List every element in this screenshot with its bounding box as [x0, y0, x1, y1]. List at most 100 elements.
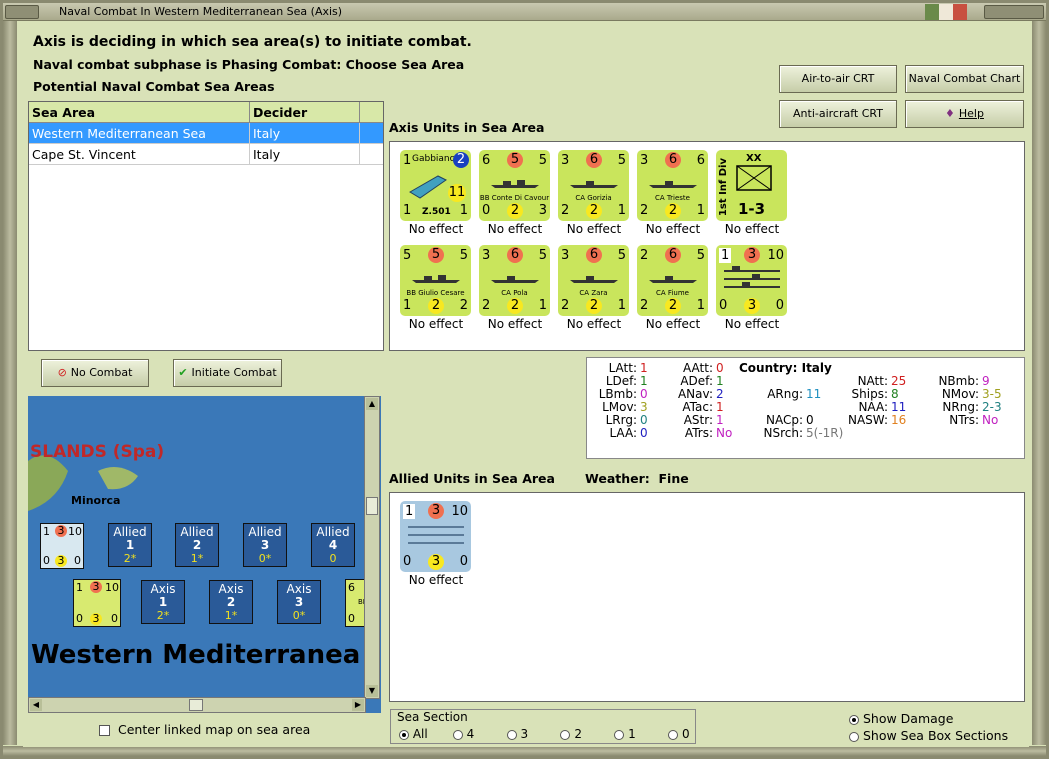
unit-counter-pola[interactable]: 3 6 5 CA Pola 2 2 1: [479, 245, 550, 316]
help-button[interactable]: ♦ Help: [905, 100, 1024, 128]
map-sea-name: Western Mediterranea: [31, 640, 361, 670]
radio-button[interactable]: [560, 729, 571, 740]
unit-counter-gorizia[interactable]: 3 6 5 CA Gorizia 2 2 1: [558, 150, 629, 221]
table-row[interactable]: Cape St. Vincent Italy: [29, 144, 383, 165]
box-status: 2*: [156, 609, 170, 622]
radio-button[interactable]: [849, 731, 859, 742]
stat-value: 1: [716, 374, 724, 388]
counter-value: 5: [617, 153, 626, 168]
counter-value: 0: [76, 612, 83, 625]
row-decider: Italy: [250, 123, 360, 143]
no-entry-icon: ⊘: [57, 366, 67, 379]
unit-counter-convoy[interactable]: 1 3 10 0 3 0: [716, 245, 787, 316]
counter-value: 2: [640, 248, 649, 263]
center-map-checkbox[interactable]: [99, 725, 110, 736]
unit-counter-trieste[interactable]: 3 6 6 CA Trieste 2 2 1: [637, 150, 708, 221]
scroll-up-arrow-icon[interactable]: ▲: [366, 398, 378, 410]
box-status: 0*: [258, 552, 272, 565]
counter-value: 3: [744, 247, 760, 263]
unit-counter-gabbiano[interactable]: 1 Gabbiano 2 11 1 Z.501 1: [400, 150, 471, 221]
air-to-air-crt-button[interactable]: Air-to-air CRT: [779, 65, 897, 93]
stat-row: ATac: 1: [673, 400, 723, 414]
naval-combat-chart-button[interactable]: Naval Combat Chart: [905, 65, 1024, 93]
unit-counter-zara[interactable]: 3 6 5 CA Zara 2 2 1: [558, 245, 629, 316]
counter-value: 0: [719, 298, 728, 313]
sea-section-option-3[interactable]: 3: [506, 727, 557, 741]
axis-sea-box[interactable]: Axis 1 2*: [141, 580, 185, 624]
row-area: Cape St. Vincent: [29, 144, 250, 164]
sea-section-option-0[interactable]: 0: [668, 727, 708, 741]
unit-counter-fiume[interactable]: 2 6 5 CA Fiume 2 2 1: [637, 245, 708, 316]
window-controls[interactable]: [984, 5, 1044, 19]
counter-value: 1: [617, 298, 626, 313]
frame-bottom: [3, 746, 1046, 756]
sea-section-option-all[interactable]: All: [399, 727, 449, 741]
box-number: 2: [226, 595, 236, 609]
stat-key: ARng:: [767, 387, 803, 401]
scroll-left-arrow-icon[interactable]: ◀: [30, 699, 42, 711]
radio-button[interactable]: [849, 714, 859, 725]
anti-aircraft-crt-button[interactable]: Anti-aircraft CRT: [779, 100, 897, 128]
axis-sea-box[interactable]: Axis 2 1*: [209, 580, 253, 624]
sea-section-option-1[interactable]: 1: [614, 727, 664, 741]
counter-value: 5: [428, 247, 444, 263]
box-number: 4: [328, 538, 338, 552]
box-number: 1: [158, 595, 168, 609]
scroll-thumb[interactable]: [366, 497, 378, 515]
no-combat-button[interactable]: ⊘ No Combat: [41, 359, 149, 387]
allied-sea-box[interactable]: Allied 2 1*: [175, 523, 219, 567]
stat-key: LBmb:: [598, 387, 637, 401]
allied-sea-box[interactable]: Allied 3 0*: [243, 523, 287, 567]
window-title: Naval Combat In Western Mediterranean Se…: [59, 5, 343, 18]
allied-sea-box[interactable]: Allied 4 0: [311, 523, 355, 567]
counter-value: 2: [482, 298, 491, 313]
unit-counter-giulio-cesare[interactable]: 5 5 5 BB Giulio Cesare 1 2 2: [400, 245, 471, 316]
unit-effect: No effect: [408, 222, 464, 236]
scroll-down-arrow-icon[interactable]: ▼: [366, 685, 378, 697]
radio-button[interactable]: [452, 729, 463, 740]
table-row[interactable]: Western Mediterranean Sea Italy: [29, 123, 383, 144]
show-sea-box-option[interactable]: Show Sea Box Sections: [849, 728, 1008, 743]
center-map-option[interactable]: Center linked map on sea area: [99, 722, 310, 737]
stat-key: ATac:: [682, 400, 713, 414]
map-counter[interactable]: 1 3 10 0 3 0: [73, 579, 121, 627]
counter-value: 6: [696, 153, 705, 168]
map-horizontal-scrollbar[interactable]: ◀ ▶: [28, 697, 366, 713]
counter-value: 0: [403, 554, 412, 569]
scroll-thumb[interactable]: [189, 699, 203, 711]
sea-map-view[interactable]: SLANDS (Spa) Minorca 1 3 10 0 3 0 Allied…: [28, 396, 381, 713]
sea-section-option-2[interactable]: 2: [560, 727, 610, 741]
radio-button[interactable]: [506, 729, 517, 740]
allied-sea-box[interactable]: Allied 1 2*: [108, 523, 152, 567]
unit-counter-conte-di-cavour[interactable]: 6 5 5 BB Conte Di Cavour 0 2 3: [479, 150, 550, 221]
battleship-icon: [491, 180, 539, 188]
radio-button[interactable]: [399, 729, 409, 740]
scroll-right-arrow-icon[interactable]: ▶: [352, 699, 364, 711]
counter-value: 0: [482, 203, 491, 218]
row-decider: Italy: [250, 144, 360, 164]
stat-row: NAtt: 25: [834, 374, 907, 388]
weather-value: Fine: [658, 471, 689, 486]
sea-section-option-4[interactable]: 4: [452, 727, 503, 741]
window-menu-button[interactable]: [5, 5, 39, 19]
stat-value: 9: [982, 374, 990, 388]
show-damage-label: Show Damage: [862, 711, 954, 726]
axis-sea-box[interactable]: Axis 3 0*: [277, 580, 321, 624]
map-counter[interactable]: 1 3 10 0 3 0: [40, 523, 84, 569]
map-vertical-scrollbar[interactable]: ▲ ▼: [364, 396, 380, 699]
show-damage-option[interactable]: Show Damage: [849, 711, 953, 726]
stat-row: NBmb: 9: [931, 374, 990, 388]
stat-row: AStr: 1: [673, 413, 724, 427]
frame-right: [1032, 21, 1046, 745]
initiate-combat-label: Initiate Combat: [191, 366, 277, 379]
option-label: 2: [574, 727, 582, 741]
radio-button[interactable]: [614, 729, 625, 740]
stat-value: 25: [891, 374, 907, 388]
radio-button[interactable]: [668, 729, 679, 740]
header-sea-area[interactable]: Sea Area: [29, 102, 250, 122]
header-decider[interactable]: Decider: [250, 102, 360, 122]
unit-counter-allied-convoy[interactable]: 1 3 10 0 3 0: [400, 501, 471, 572]
unit-counter-1st-inf-div[interactable]: 1st Inf Div XX 1-3: [716, 150, 787, 221]
initiate-combat-button[interactable]: ✔ Initiate Combat: [173, 359, 282, 387]
counter-value: 2: [507, 203, 523, 219]
